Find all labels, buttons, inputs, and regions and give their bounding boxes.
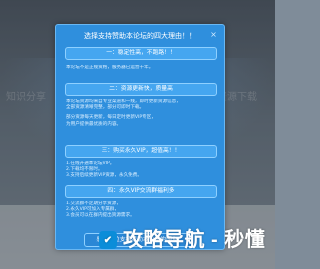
section-heading-2: 二：资源更新快，质量高 [65,83,217,96]
section-1-line-1: 本论坛不是正规资格，服务器已运营十年。 [66,65,154,70]
section-body-4: 1.交流群不定期分享资源， 2.永久VIP可加入专属群， 3.会员可以在群内提出… [66,201,216,220]
close-icon[interactable]: × [209,30,218,39]
section-body-2: 本论坛资源均来自专业渠道和一线，即时更新资源信息， 全部资源清晰完整，部分可即时… [66,99,216,128]
section-heading-4: 四：永久VIP交流群福利多 [65,185,217,198]
section-4-line-3: 3.会员可以在群内提出资源需求。 [66,213,135,219]
watermark-logo-icon: ✔ [99,231,117,249]
section-body-3: 1.在线开通本论坛VIP。 2.下载均不限时。 3.支持后续更新VIP资源，永久… [66,161,216,180]
section-3-line-3: 3.支持后续更新VIP资源，永久免费。 [66,173,142,179]
section-body-1: 本论坛不是正规资格，服务器已运营十年。 [66,65,216,71]
section-heading-1: 一：稳定性高，不跑路！！ [65,47,217,60]
modal-title: 选择支持赞助本论坛的四大理由！！ [84,32,196,40]
section-2-line-4: 为用户提供最优质的内容。 [66,121,122,127]
sponsor-reasons-modal: 选择支持赞助本论坛的四大理由！！ × 一：稳定性高，不跑路！！ 本论坛不是正规资… [55,24,225,250]
site-watermark: ✔ 攻略导航 - 秒懂 [99,229,275,251]
watermark-text: 攻略导航 - 秒懂 [123,229,266,251]
section-heading-3: 三：购买永久VIP，超值高！！ [65,145,217,158]
